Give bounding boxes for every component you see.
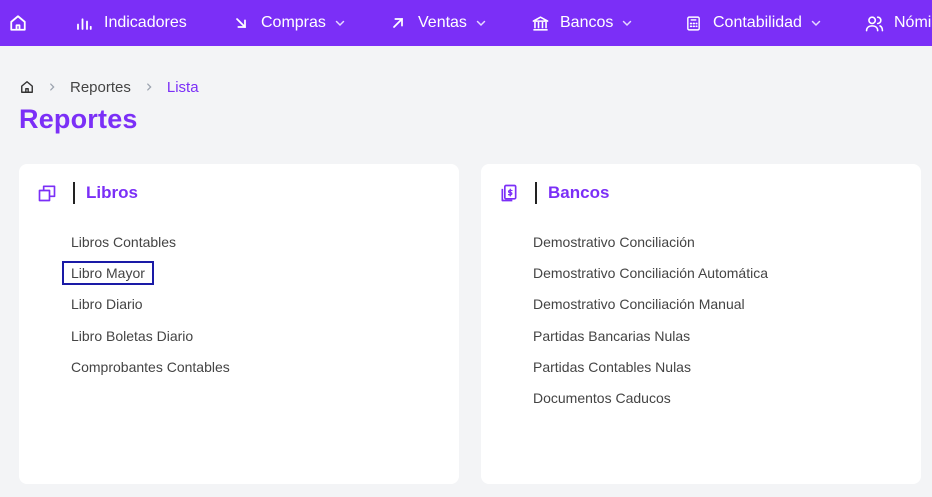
card-bancos: Bancos Demostrativo Conciliación Demostr… [481,164,921,484]
chevron-down-icon [334,17,346,29]
report-link-comprobantes-contables[interactable]: Comprobantes Contables [71,357,230,377]
nav-item-label: Indicadores [104,14,187,31]
arrow-up-right-icon [388,13,408,33]
bar-chart-icon [74,13,94,33]
nav-item-contabilidad[interactable]: Contabilidad [683,0,822,46]
list-item: Libro Diario [71,289,230,320]
report-link-demostrativo-conciliacion-automatica[interactable]: Demostrativo Conciliación Automática [533,263,768,283]
chevron-right-icon [47,82,57,92]
nav-item-compras[interactable]: Compras [231,0,346,46]
chevron-right-icon [144,82,154,92]
bank-icon [530,13,550,33]
list-item: Libro Boletas Diario [71,320,230,351]
card-header: Libros [37,182,138,204]
top-navbar: Indicadores Compras Ventas Bancos Contab… [0,0,932,46]
list-item: Partidas Contables Nulas [533,351,768,382]
report-link-libro-diario[interactable]: Libro Diario [71,294,143,314]
report-link-libros-contables[interactable]: Libros Contables [71,232,176,252]
nav-item-label: Bancos [560,14,614,31]
home-icon[interactable] [20,80,34,94]
chevron-down-icon [621,17,633,29]
calculator-icon [683,13,703,33]
list-item: Comprobantes Contables [71,351,230,382]
breadcrumb-item-lista: Lista [166,78,199,96]
nav-item-nomina[interactable]: Nómina [864,0,932,46]
report-link-documentos-caducos[interactable]: Documentos Caducos [533,388,671,408]
list-item: Demostrativo Conciliación Automática [533,257,768,288]
nav-item-label: Ventas [418,14,467,31]
card-header: Bancos [499,182,609,204]
list-item: Libro Mayor [62,257,230,288]
card-title: Bancos [548,183,610,202]
report-link-libro-mayor[interactable]: Libro Mayor [62,260,154,285]
card-libros: Libros Libros Contables Libro Mayor Libr… [19,164,459,484]
list-item: Demostrativo Conciliación Manual [533,289,768,320]
breadcrumb: Reportes Lista [20,78,199,96]
report-link-demostrativo-conciliacion[interactable]: Demostrativo Conciliación [533,232,695,252]
chevron-down-icon [810,17,822,29]
nav-item-label: Compras [261,14,326,31]
nav-item-label: Contabilidad [713,14,802,31]
header-divider [535,182,537,204]
nav-item-ventas[interactable]: Ventas [388,0,487,46]
users-icon [864,13,884,33]
report-link-partidas-contables-nulas[interactable]: Partidas Contables Nulas [533,357,691,377]
report-link-partidas-bancarias-nulas[interactable]: Partidas Bancarias Nulas [533,326,690,346]
nav-item-bancos[interactable]: Bancos [530,0,633,46]
arrow-down-right-icon [231,13,251,33]
report-link-demostrativo-conciliacion-manual[interactable]: Demostrativo Conciliación Manual [533,294,745,314]
chevron-down-icon [475,17,487,29]
nav-item-indicadores[interactable]: Indicadores [74,0,187,46]
page-title: Reportes [19,104,138,134]
nav-item-label: Nómina [894,14,932,31]
document-money-icon [499,183,519,203]
list-item: Documentos Caducos [533,382,768,413]
report-link-libro-boletas-diario[interactable]: Libro Boletas Diario [71,326,193,346]
list-item: Libros Contables [71,226,230,257]
report-list: Libros Contables Libro Mayor Libro Diari… [62,226,230,382]
list-item: Demostrativo Conciliación [533,226,768,257]
list-item: Partidas Bancarias Nulas [533,320,768,351]
card-title: Libros [86,183,138,202]
header-divider [73,182,75,204]
home-icon[interactable] [8,13,28,33]
breadcrumb-item-reportes[interactable]: Reportes [70,79,131,96]
copy-icon [37,183,57,203]
report-list: Demostrativo Conciliación Demostrativo C… [533,226,768,414]
